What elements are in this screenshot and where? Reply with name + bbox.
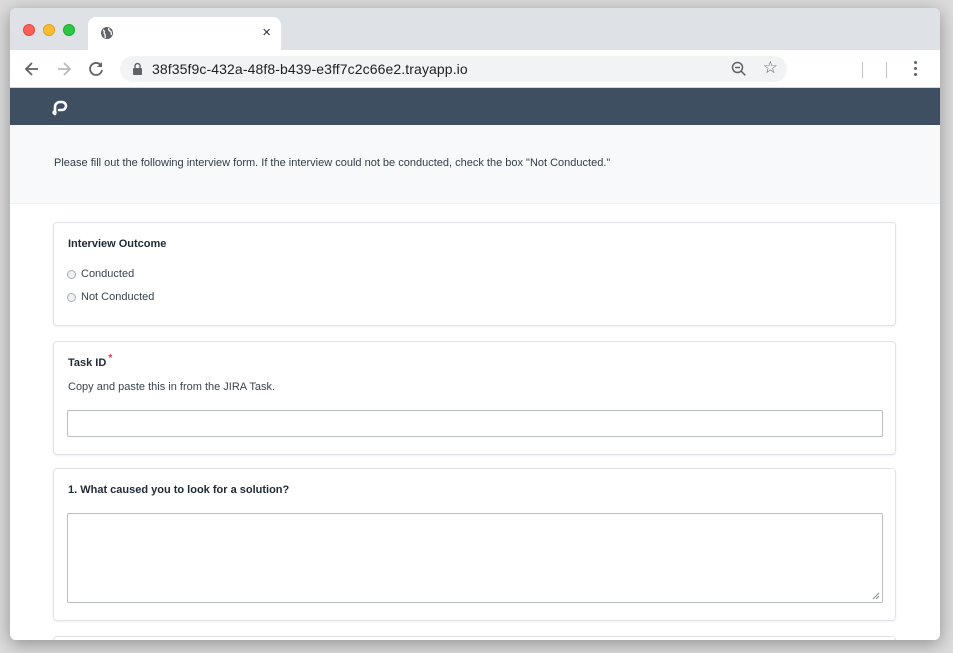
bookmark-star-icon[interactable]: ☆ xyxy=(763,59,778,77)
next-question-card xyxy=(53,636,896,640)
radio-label: Conducted xyxy=(81,268,135,280)
form-content: Interview Outcome Conducted Not Conducte… xyxy=(10,204,940,640)
tab-close-icon[interactable]: × xyxy=(262,25,271,41)
back-button[interactable] xyxy=(22,59,42,79)
radio-option-not-conducted[interactable]: Not Conducted xyxy=(67,291,154,303)
globe-icon xyxy=(101,27,113,39)
intro-section: Please fill out the following interview … xyxy=(10,125,940,204)
task-id-title: Task ID * xyxy=(68,353,112,369)
question-1-textarea[interactable] xyxy=(67,513,883,603)
forward-button[interactable] xyxy=(54,59,74,79)
reload-icon xyxy=(89,62,103,76)
reload-button[interactable] xyxy=(86,59,106,79)
web-page: Please fill out the following interview … xyxy=(10,88,940,640)
zoom-out-icon[interactable] xyxy=(731,61,747,77)
task-id-input[interactable] xyxy=(67,410,883,437)
intro-text: Please fill out the following interview … xyxy=(54,157,611,169)
arrow-right-icon xyxy=(58,62,72,76)
resize-handle-icon[interactable] xyxy=(872,592,880,600)
toolbar-divider xyxy=(862,62,863,78)
browser-window: × 38f35f9c-432a-48f8-b439-e3ff7c2c66e2.t… xyxy=(10,8,940,640)
required-marker: * xyxy=(108,353,113,364)
kebab-menu-icon[interactable] xyxy=(914,61,918,77)
toolbar-divider xyxy=(886,62,887,78)
task-id-card: Task ID * Copy and paste this in from the… xyxy=(53,341,896,455)
window-maximize-button[interactable] xyxy=(63,24,75,36)
interview-outcome-title: Interview Outcome xyxy=(68,238,167,250)
tray-logo-icon xyxy=(52,100,68,116)
window-close-button[interactable] xyxy=(23,24,35,36)
radio-option-conducted[interactable]: Conducted xyxy=(67,268,134,280)
question-1-title: 1. What caused you to look for a solutio… xyxy=(68,484,290,496)
app-header xyxy=(10,88,940,125)
task-id-label: Task ID xyxy=(68,357,107,369)
lock-icon xyxy=(133,62,142,75)
question-1-card: 1. What caused you to look for a solutio… xyxy=(53,468,896,621)
radio-button[interactable] xyxy=(67,269,76,279)
radio-button[interactable] xyxy=(67,292,76,302)
interview-outcome-card: Interview Outcome Conducted Not Conducte… xyxy=(53,222,896,326)
address-bar[interactable]: 38f35f9c-432a-48f8-b439-e3ff7c2c66e2.tra… xyxy=(120,56,787,82)
browser-toolbar: 38f35f9c-432a-48f8-b439-e3ff7c2c66e2.tra… xyxy=(10,50,940,88)
radio-label: Not Conducted xyxy=(81,291,155,303)
browser-tab[interactable]: × xyxy=(88,17,281,50)
arrow-left-icon xyxy=(24,62,38,76)
url-text[interactable]: 38f35f9c-432a-48f8-b439-e3ff7c2c66e2.tra… xyxy=(152,61,468,77)
window-minimize-button[interactable] xyxy=(43,24,55,36)
tab-strip: × xyxy=(10,8,940,50)
task-id-helper-text: Copy and paste this in from the JIRA Tas… xyxy=(68,381,276,393)
